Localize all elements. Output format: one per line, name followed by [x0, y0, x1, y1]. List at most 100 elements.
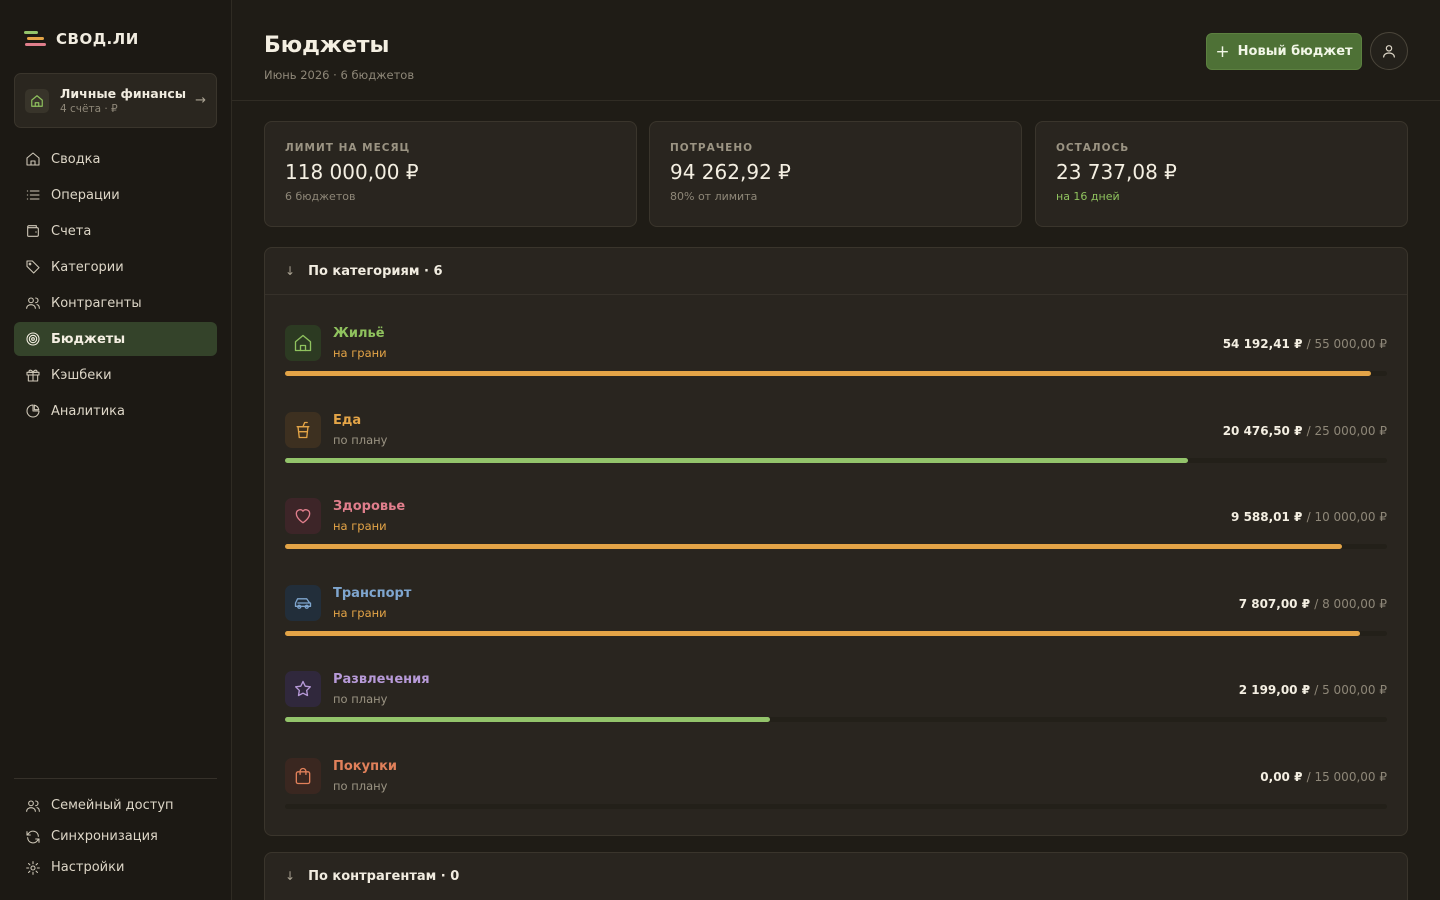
- nav-item-pie-chart[interactable]: Аналитика: [14, 394, 217, 428]
- main-nav: Сводка Операции Счета Категории Контрагенты Б…: [14, 142, 217, 430]
- panel-divider: [265, 294, 1407, 295]
- budget-name: Жильё: [333, 326, 385, 341]
- stat-note: 80% от лимита: [670, 190, 758, 203]
- budget-spent: 20 476,50 ₽: [1222, 423, 1303, 438]
- budget-spent: 7 807,00 ₽: [1238, 596, 1311, 611]
- budget-status: на грани: [333, 605, 387, 620]
- bottom-nav-item-users[interactable]: Семейный доступ: [14, 790, 217, 821]
- budget-row[interactable]: Еда по плану 20 476,50 ₽ / 25 000,00 ₽: [285, 411, 1387, 482]
- budget-progress-track: [285, 457, 1387, 463]
- nav-item-home[interactable]: Сводка: [14, 142, 217, 176]
- budget-row[interactable]: Здоровье на грани 9 588,01 ₽ / 10 000,00 ₽: [285, 498, 1387, 568]
- arrow-down-icon: ↓: [285, 869, 296, 883]
- wallet-icon: [27, 225, 39, 237]
- logo[interactable]: СВОД.ЛИ: [24, 30, 139, 48]
- counterparties-panel-toggle[interactable]: ↓ По контрагентам · 0: [265, 853, 1407, 899]
- budget-spent: 54 192,41 ₽: [1222, 337, 1303, 351]
- stat-card-spent: ПОТРАЧЕНО 94 262,92 ₽ 80% от лимита: [649, 121, 1022, 227]
- budget-progress-fill: [285, 544, 1342, 549]
- users-icon: [26, 297, 40, 309]
- categories-panel-title: По категориям · 6: [308, 263, 443, 279]
- budget-row[interactable]: Транспорт на грани 7 807,00 ₽ / 8 000,00 ₽: [285, 584, 1387, 655]
- budget-category-icon: [285, 671, 321, 707]
- categories-panel: ↓ По категориям · 6 Жильё на грани 54 192,…: [264, 247, 1408, 836]
- user-icon: [1383, 45, 1395, 58]
- budget-limit: / 8 000,00 ₽: [1314, 596, 1387, 611]
- budget-spent: 0,00 ₽: [1260, 769, 1303, 784]
- nav-item-label: Счета: [51, 223, 92, 239]
- bag-icon: [295, 767, 311, 784]
- budget-row[interactable]: Покупки по плану 0,00 ₽ / 15 000,00 ₽: [285, 757, 1387, 828]
- tag-icon: [26, 260, 40, 274]
- sidebar: СВОД.ЛИ Личные финансы 4 счёта · ₽ → Сво…: [0, 0, 232, 900]
- gear-icon: [26, 860, 40, 875]
- bottom-nav-item-refresh[interactable]: Синхронизация: [14, 821, 217, 852]
- workspace-switcher[interactable]: Личные финансы 4 счёта · ₽ →: [14, 73, 217, 128]
- budget-progress-fill: [285, 630, 1361, 636]
- budget-amount: 2 199,00 ₽ / 5 000,00 ₽: [1239, 683, 1387, 697]
- budget-status: на грани: [333, 519, 387, 533]
- app-name: СВОД.ЛИ: [56, 30, 139, 48]
- counterparties-panel: ↓ По контрагентам · 0: [264, 852, 1408, 900]
- nav-item-tag[interactable]: Категории: [14, 250, 217, 284]
- nav-item-label: Настройки: [51, 860, 125, 875]
- budget-progress-track: [285, 803, 1387, 809]
- budget-category-icon: [285, 498, 321, 534]
- nav-item-label: Категории: [51, 259, 124, 275]
- budget-progress-fill: [285, 457, 1188, 463]
- pie-chart-icon: [26, 404, 40, 418]
- bottom-nav: Семейный доступ Синхронизация Настройки: [14, 790, 217, 883]
- home-icon: [294, 334, 312, 352]
- nav-item-label: Сводка: [51, 151, 101, 167]
- cup-icon: [296, 421, 310, 438]
- budget-amount: 7 807,00 ₽ / 8 000,00 ₽: [1239, 597, 1387, 611]
- nav-item-wallet[interactable]: Счета: [14, 214, 217, 248]
- budget-status: по плану: [333, 692, 388, 706]
- refresh-icon: [26, 830, 40, 843]
- list-icon: [26, 190, 40, 200]
- budget-amount: 9 588,01 ₽ / 10 000,00 ₽: [1231, 510, 1387, 524]
- nav-item-label: Аналитика: [51, 403, 125, 419]
- budget-limit: / 55 000,00 ₽: [1306, 337, 1387, 351]
- budget-name: Еда: [333, 412, 362, 428]
- budget-progress-track: [285, 630, 1387, 636]
- budget-amount: 54 192,41 ₽ / 55 000,00 ₽: [1223, 337, 1387, 351]
- target-icon: [26, 332, 40, 346]
- gift-icon: [26, 369, 40, 382]
- budget-category-icon: [285, 757, 321, 794]
- counterparties-panel-title: По контрагентам · 0: [308, 868, 460, 884]
- nav-item-label: Контрагенты: [51, 295, 142, 311]
- categories-panel-toggle[interactable]: ↓ По категориям · 6: [265, 248, 1407, 294]
- stat-card-limit: ЛИМИТ НА МЕСЯЦ 118 000,00 ₽ 6 бюджетов: [264, 121, 637, 227]
- budget-limit: / 25 000,00 ₽: [1306, 423, 1387, 438]
- nav-item-target[interactable]: Бюджеты: [14, 322, 217, 356]
- budget-spent: 2 199,00 ₽: [1238, 683, 1311, 697]
- workspace-subtitle: 4 счёта · ₽: [60, 103, 118, 115]
- nav-item-label: Синхронизация: [51, 829, 158, 844]
- stat-label: ПОТРАЧЕНО: [670, 142, 754, 154]
- stat-label: ЛИМИТ НА МЕСЯЦ: [285, 142, 411, 154]
- budget-row[interactable]: Развлечения по плану 2 199,00 ₽ / 5 000,00…: [285, 671, 1387, 741]
- home-icon: [25, 88, 49, 113]
- budget-name: Покупки: [333, 758, 398, 774]
- page-header: Бюджеты Июнь 2026 · 6 бюджетов + Новый б…: [232, 0, 1440, 101]
- nav-item-label: Бюджеты: [51, 331, 126, 347]
- budget-name: Транспорт: [333, 585, 412, 601]
- heart-icon: [295, 509, 311, 524]
- arrow-down-icon: ↓: [285, 264, 296, 278]
- car-icon: [294, 597, 312, 609]
- logo-icon: [24, 30, 46, 48]
- sidebar-divider: [14, 778, 217, 779]
- nav-item-users[interactable]: Контрагенты: [14, 286, 217, 320]
- nav-item-label: Операции: [51, 187, 120, 203]
- workspace-title: Личные финансы: [60, 86, 187, 101]
- budget-progress-fill: [285, 371, 1371, 376]
- bottom-nav-item-gear[interactable]: Настройки: [14, 852, 217, 883]
- user-avatar-button[interactable]: [1370, 32, 1408, 70]
- budget-row[interactable]: Жильё на грани 54 192,41 ₽ / 55 000,00 ₽: [285, 325, 1387, 395]
- stat-value: 23 737,08 ₽: [1056, 160, 1177, 184]
- nav-item-list[interactable]: Операции: [14, 178, 217, 212]
- new-budget-button[interactable]: + Новый бюджет: [1206, 33, 1362, 70]
- arrow-right-icon: →: [195, 93, 206, 108]
- nav-item-gift[interactable]: Кэшбеки: [14, 358, 217, 392]
